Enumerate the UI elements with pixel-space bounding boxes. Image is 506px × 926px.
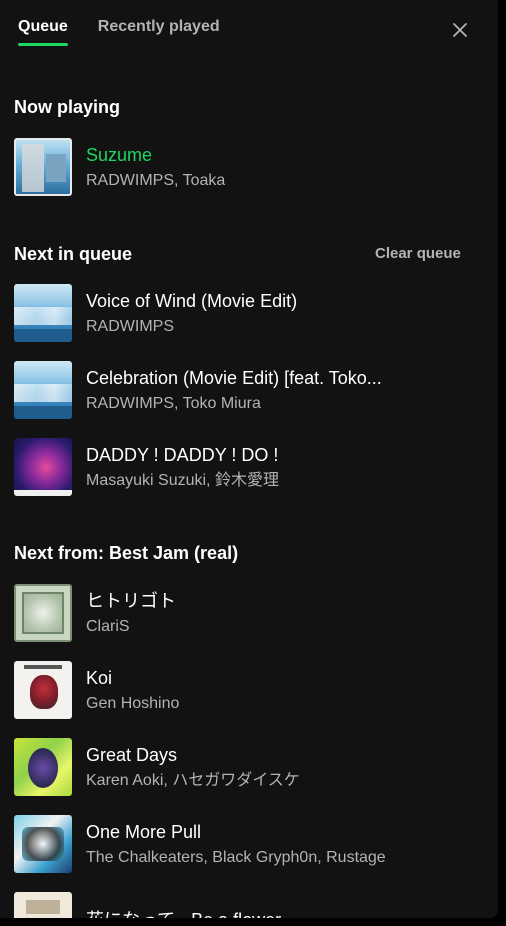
track-artist[interactable]: RADWIMPS, Toaka [86, 170, 225, 192]
queue-panel: Queue Recently played Now playing Suzume… [0, 0, 498, 918]
queue-track[interactable]: 花になって - Be a flower [14, 892, 484, 918]
track-title: Celebration (Movie Edit) [feat. Toko... [86, 367, 382, 388]
queue-track[interactable]: One More Pull The Chalkeaters, Black Gry… [14, 815, 484, 873]
close-button[interactable] [448, 18, 472, 42]
track-meta: One More Pull The Chalkeaters, Black Gry… [86, 820, 386, 869]
album-art [14, 138, 72, 196]
track-artist[interactable]: The Chalkeaters, Black Gryph0n, Rustage [86, 847, 386, 869]
track-meta: Celebration (Movie Edit) [feat. Toko... … [86, 366, 382, 415]
track-meta: ヒトリゴト ClariS [86, 589, 176, 638]
queue-track[interactable]: Voice of Wind (Movie Edit) RADWIMPS [14, 284, 484, 342]
tab-recently-played[interactable]: Recently played [98, 18, 220, 46]
track-title: ヒトリゴト [86, 590, 176, 611]
queue-track[interactable]: Koi Gen Hoshino [14, 661, 484, 719]
queue-track[interactable]: Great Days Karen Aoki, ハセガワダイスケ [14, 738, 484, 796]
album-art [14, 892, 72, 918]
track-title: Koi [86, 667, 113, 688]
queue-tabs: Queue Recently played [18, 18, 220, 46]
now-playing-heading: Now playing [14, 97, 121, 117]
track-meta: Koi Gen Hoshino [86, 666, 179, 715]
queue-track[interactable]: DADDY ! DADDY ! DO ! Masayuki Suzuki, 鈴木… [14, 438, 484, 496]
track-meta: Great Days Karen Aoki, ハセガワダイスケ [86, 743, 300, 792]
track-meta: 花になって - Be a flower [86, 908, 281, 919]
track-meta: DADDY ! DADDY ! DO ! Masayuki Suzuki, 鈴木… [86, 443, 279, 492]
album-art [14, 661, 72, 719]
album-art [14, 284, 72, 342]
track-title: Suzume [86, 144, 153, 165]
track-title: Voice of Wind (Movie Edit) [86, 290, 298, 311]
queue-track[interactable]: ヒトリゴト ClariS [14, 584, 484, 642]
queue-track[interactable]: Celebration (Movie Edit) [feat. Toko... … [14, 361, 484, 419]
album-art [14, 815, 72, 873]
track-artist[interactable]: ClariS [86, 616, 176, 638]
close-icon [453, 23, 467, 37]
track-title: 花になって - Be a flower [86, 908, 281, 919]
album-art [14, 738, 72, 796]
track-artist[interactable]: Gen Hoshino [86, 693, 179, 715]
next-from-heading: Next from: Best Jam (real) [14, 543, 239, 563]
album-art [14, 361, 72, 419]
track-artist[interactable]: Masayuki Suzuki, 鈴木愛理 [86, 470, 279, 492]
track-artist[interactable]: RADWIMPS [86, 316, 297, 338]
tab-queue[interactable]: Queue [18, 18, 68, 46]
track-artist[interactable]: RADWIMPS, Toko Miura [86, 393, 382, 415]
track-artist[interactable]: Karen Aoki, ハセガワダイスケ [86, 770, 300, 792]
track-title: DADDY ! DADDY ! DO ! [86, 444, 279, 465]
track-meta: Suzume RADWIMPS, Toaka [86, 143, 225, 192]
now-playing-track[interactable]: Suzume RADWIMPS, Toaka [14, 138, 484, 196]
next-in-queue-heading: Next in queue [14, 244, 133, 264]
track-title: Great Days [86, 744, 178, 765]
track-meta: Voice of Wind (Movie Edit) RADWIMPS [86, 289, 297, 338]
album-art [14, 438, 72, 496]
album-art [14, 584, 72, 642]
scrollbar[interactable] [498, 0, 506, 926]
clear-queue-button[interactable]: Clear queue [375, 245, 461, 262]
track-title: One More Pull [86, 821, 202, 842]
